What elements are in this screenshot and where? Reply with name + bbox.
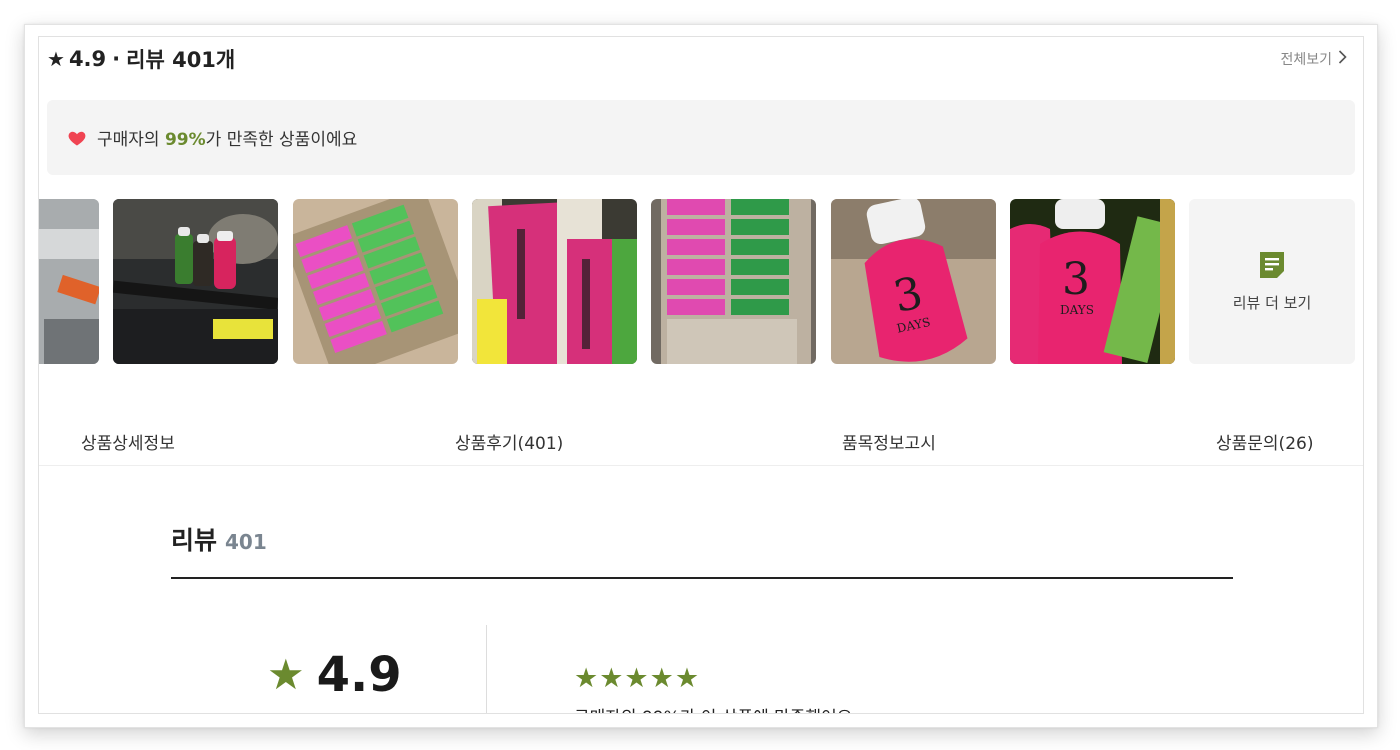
star-icon: ★ xyxy=(267,650,305,699)
review-panel: ★ 4.9 · 리뷰 401개 전체보기 구매자의 99%가 만족한 상품이에요 xyxy=(38,36,1364,714)
view-all-label: 전체보기 xyxy=(1280,52,1332,68)
svg-text:DAYS: DAYS xyxy=(1060,303,1094,317)
rating-score: 4.9 xyxy=(316,647,402,703)
review-photo[interactable]: 3 DAYS xyxy=(831,199,996,364)
review-count-text: 리뷰 401개 xyxy=(126,48,236,72)
more-reviews-label: 리뷰 더 보기 xyxy=(1232,294,1312,312)
satisfaction-summary: 구매자의 99%가 이 상품에 만족했어요 xyxy=(574,703,852,713)
review-photo[interactable] xyxy=(472,199,637,364)
review-section-title: 리뷰 401 xyxy=(171,521,267,557)
review-photo[interactable] xyxy=(651,199,816,364)
more-reviews-button[interactable]: 리뷰 더 보기 xyxy=(1189,199,1355,364)
title-divider xyxy=(171,577,1233,579)
review-title-count: 401 xyxy=(225,530,267,554)
tab-inquiries[interactable]: 상품문의(26) xyxy=(1216,429,1313,454)
rating-value: 4.9 xyxy=(68,47,107,71)
chevron-right-icon xyxy=(1338,50,1347,68)
review-note-icon xyxy=(1260,252,1284,278)
review-photo[interactable] xyxy=(39,199,99,364)
heart-icon xyxy=(68,131,86,145)
satisfaction-percent: 99% xyxy=(164,130,206,150)
summary-divider xyxy=(486,625,487,713)
satisfaction-banner: 구매자의 99%가 만족한 상품이에요 xyxy=(47,100,1355,175)
tab-product-detail[interactable]: 상품상세정보 xyxy=(81,429,175,454)
view-all-link[interactable]: 전체보기 xyxy=(1280,49,1347,69)
product-tab-bar: 상품상세정보 상품후기(401) 품목정보고시 상품문의(26) xyxy=(39,417,1363,466)
review-photo-strip: 3 DAYS 3 DAYS 리뷰 더 보기 xyxy=(39,199,1363,365)
satisfaction-text: 구매자의 99%가 만족한 상품이에요 xyxy=(97,125,357,150)
rating-summary: ★ 4.9 xyxy=(267,647,402,703)
rating-header: ★ 4.9 · 리뷰 401개 xyxy=(47,45,235,73)
satisfaction-suffix: 가 만족한 상품이에요 xyxy=(205,130,358,150)
review-photo[interactable]: 3 DAYS xyxy=(1010,199,1175,364)
tab-reviews[interactable]: 상품후기(401) xyxy=(455,429,563,454)
satisfaction-prefix: 구매자의 xyxy=(97,130,165,150)
tab-item-info[interactable]: 품목정보고시 xyxy=(842,429,936,454)
review-photo[interactable] xyxy=(113,199,278,364)
review-photo[interactable] xyxy=(293,199,458,364)
rating-separator: · xyxy=(112,47,121,71)
svg-text:3: 3 xyxy=(1062,254,1090,305)
review-title-text: 리뷰 xyxy=(171,526,218,555)
star-icon: ★ xyxy=(47,47,65,71)
five-star-rating: ★★★★★ xyxy=(574,663,701,694)
